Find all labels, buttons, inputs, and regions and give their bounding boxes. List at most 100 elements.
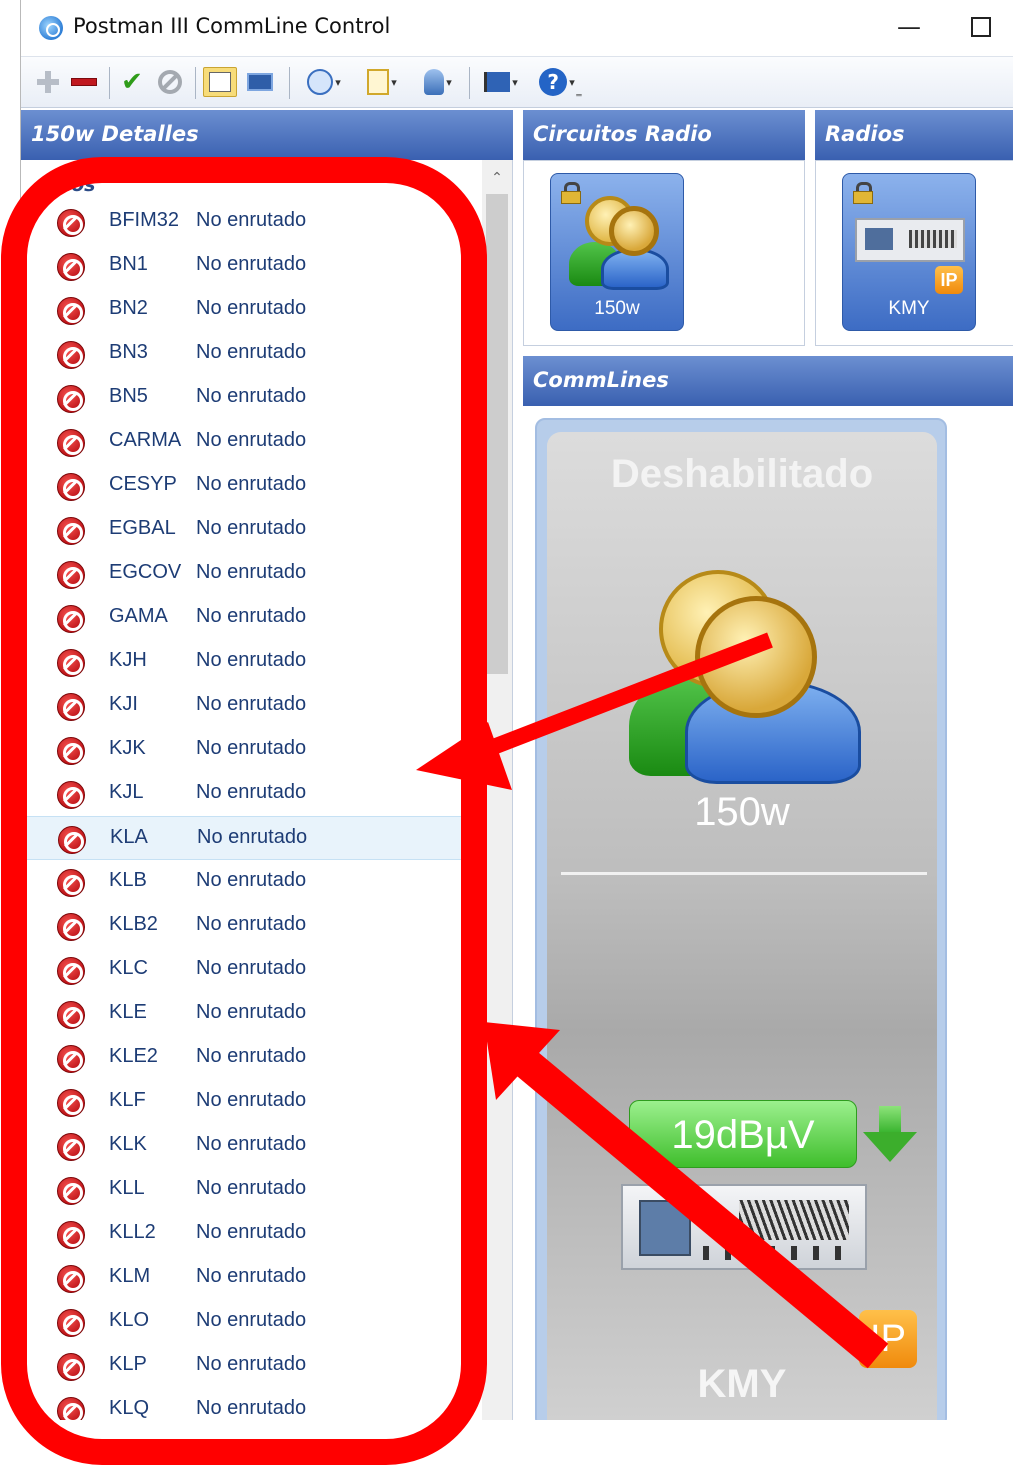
- not-routed-icon: [57, 1177, 85, 1205]
- radio-code: BFIM32: [109, 209, 180, 231]
- list-row[interactable]: BN2 No enrutado: [21, 288, 483, 332]
- route-status: No enrutado: [196, 209, 307, 231]
- list-row[interactable]: KLL2 No enrutado: [21, 1212, 483, 1256]
- not-routed-icon: [57, 737, 85, 765]
- list-row[interactable]: KLL No enrutado: [21, 1168, 483, 1212]
- chevron-down-icon: ▾: [512, 75, 518, 89]
- minimize-button[interactable]: —: [891, 10, 927, 46]
- toolbar-overflow-button[interactable]: ⁼: [571, 83, 587, 113]
- commline-card-body: Deshabilitado 150w 19dBµV IP KMY: [547, 432, 937, 1420]
- not-routed-icon: [57, 473, 85, 501]
- not-routed-icon: [57, 297, 85, 325]
- list-row[interactable]: KLB No enrutado: [21, 860, 483, 904]
- add-button[interactable]: [33, 67, 63, 97]
- radio-code: BN5: [109, 385, 148, 407]
- route-status: No enrutado: [196, 1177, 307, 1199]
- list-row[interactable]: KLE No enrutado: [21, 992, 483, 1036]
- commline-card[interactable]: Deshabilitado 150w 19dBµV IP KMY: [535, 418, 947, 1420]
- apply-button[interactable]: ✔: [117, 67, 147, 97]
- list-row[interactable]: KLQ No enrutado: [21, 1388, 483, 1420]
- user-icon: [424, 69, 445, 95]
- circuitos-panel-header: Circuitos Radio: [523, 110, 805, 160]
- radio-rack-icon: [621, 1184, 867, 1270]
- list-row[interactable]: KLE2 No enrutado: [21, 1036, 483, 1080]
- toolbar-separator: [289, 67, 290, 99]
- list-row[interactable]: BN5 No enrutado: [21, 376, 483, 420]
- remove-icon: [71, 78, 97, 86]
- list-row[interactable]: KLO No enrutado: [21, 1300, 483, 1344]
- route-status: No enrutado: [196, 605, 307, 627]
- route-status: No enrutado: [196, 385, 307, 407]
- commlines-panel: Deshabilitado 150w 19dBµV IP KMY: [523, 406, 1013, 1420]
- radio-code: KLF: [109, 1089, 146, 1111]
- list-row[interactable]: BN1 No enrutado: [21, 244, 483, 288]
- circuit-tile-150w[interactable]: 150w: [550, 173, 684, 331]
- list-row[interactable]: KLF No enrutado: [21, 1080, 483, 1124]
- radio-code: KLE: [109, 1001, 147, 1023]
- list-row[interactable]: KLC No enrutado: [21, 948, 483, 992]
- radio-code: KLK: [109, 1133, 147, 1155]
- route-status: No enrutado: [196, 649, 307, 671]
- flag-icon: [484, 72, 511, 92]
- not-routed-icon: [57, 649, 85, 677]
- document-dropdown-button[interactable]: ▾: [359, 67, 405, 97]
- route-status: No enrutado: [196, 429, 307, 451]
- route-status: No enrutado: [196, 693, 307, 715]
- list-row[interactable]: CARMA No enrutado: [21, 420, 483, 464]
- list-row[interactable]: BFIM32 No enrutado: [21, 200, 483, 244]
- radio-code: KLB2: [109, 913, 158, 935]
- radio-code: KLL: [109, 1177, 145, 1199]
- radio-icon: [307, 69, 334, 95]
- list-row[interactable]: KJL No enrutado: [21, 772, 483, 816]
- list-row[interactable]: BN3 No enrutado: [21, 332, 483, 376]
- route-status: No enrutado: [196, 517, 307, 539]
- list-row[interactable]: KLB2 No enrutado: [21, 904, 483, 948]
- list-row[interactable]: GAMA No enrutado: [21, 596, 483, 640]
- list-row[interactable]: KLK No enrutado: [21, 1124, 483, 1168]
- scrollbar-thumb[interactable]: [486, 194, 508, 674]
- properties-button[interactable]: [203, 67, 237, 97]
- ip-badge-icon: IP: [935, 266, 963, 294]
- commline-radio-label: KMY: [697, 1362, 787, 1406]
- route-status: No enrutado: [196, 957, 307, 979]
- radio-code: KLA: [110, 826, 148, 848]
- route-status: No enrutado: [196, 253, 307, 275]
- route-status: No enrutado: [196, 1265, 307, 1287]
- radio-code: KJL: [109, 781, 144, 803]
- list-row[interactable]: CESYP No enrutado: [21, 464, 483, 508]
- radio-code: BN1: [109, 253, 148, 275]
- radios-panel: IP KMY: [815, 160, 1013, 346]
- route-status: No enrutado: [196, 1133, 307, 1155]
- commline-divider: [561, 872, 927, 875]
- list-row[interactable]: KLM No enrutado: [21, 1256, 483, 1300]
- scroll-up-icon[interactable]: ⌃: [489, 170, 505, 186]
- monitor-button[interactable]: [243, 67, 277, 97]
- radio-dropdown-button[interactable]: ▾: [299, 67, 349, 97]
- list-row[interactable]: KLA No enrutado: [21, 816, 483, 860]
- not-routed-icon: [57, 781, 85, 809]
- radio-code: CARMA: [109, 429, 182, 451]
- title-bar: Postman III CommLine Control —: [21, 0, 1013, 56]
- detalles-panel-header: 150w Detalles: [21, 110, 513, 160]
- list-row[interactable]: KJI No enrutado: [21, 684, 483, 728]
- vertical-scrollbar[interactable]: ⌃: [482, 160, 512, 1420]
- list-row[interactable]: KJK No enrutado: [21, 728, 483, 772]
- cancel-button[interactable]: [155, 67, 185, 97]
- route-status: No enrutado: [196, 297, 307, 319]
- flag-dropdown-button[interactable]: ▾: [477, 67, 525, 97]
- user-dropdown-button[interactable]: ▾: [415, 67, 461, 97]
- radio-tile-kmy[interactable]: IP KMY: [842, 173, 976, 331]
- radio-code: KLQ: [109, 1397, 150, 1419]
- maximize-button[interactable]: [971, 17, 991, 37]
- list-row[interactable]: EGCOV No enrutado: [21, 552, 483, 596]
- remove-button[interactable]: [69, 67, 99, 97]
- list-row[interactable]: EGBAL No enrutado: [21, 508, 483, 552]
- list-row[interactable]: KLP No enrutado: [21, 1344, 483, 1388]
- route-status: No enrutado: [196, 1045, 307, 1067]
- list-row[interactable]: KJH No enrutado: [21, 640, 483, 684]
- not-routed-icon: [57, 561, 85, 589]
- help-icon: ?: [539, 68, 568, 96]
- not-routed-icon: [57, 957, 85, 985]
- circuitos-panel: 150w: [523, 160, 805, 346]
- check-icon: ✔: [121, 67, 143, 97]
